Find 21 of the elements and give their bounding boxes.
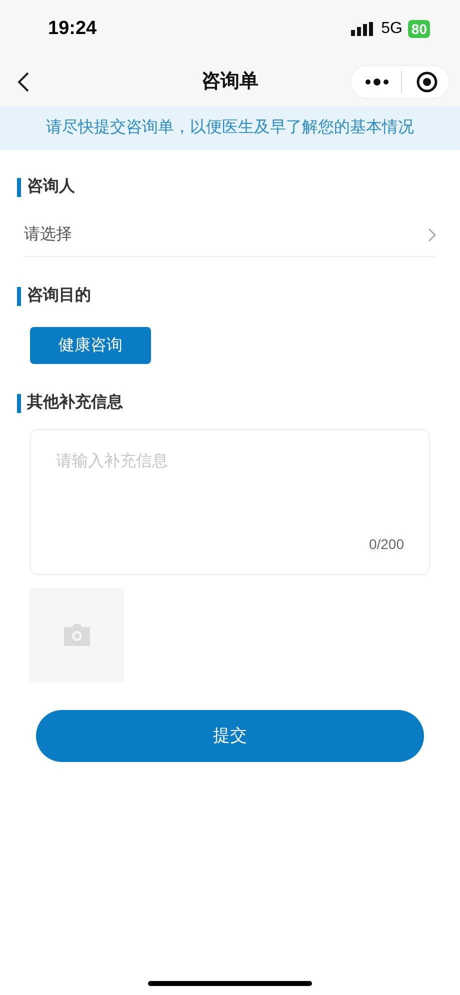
char-counter: 0/200 — [368, 535, 404, 554]
back-icon[interactable] — [16, 71, 30, 93]
signal-icon — [351, 22, 376, 36]
section-heading: 咨询目的 — [27, 286, 91, 306]
network-label: 5G — [381, 19, 402, 39]
status-time: 19:24 — [48, 16, 97, 41]
battery-indicator: 80 — [408, 20, 430, 38]
chevron-right-icon — [428, 228, 436, 242]
more-icon[interactable] — [365, 78, 389, 86]
section-marker — [17, 178, 21, 196]
section-heading: 咨询人 — [27, 176, 75, 197]
section-marker — [17, 394, 21, 412]
page-title: 咨询单 — [202, 70, 258, 94]
notice-banner: 请尽快提交咨询单，以便医生及早了解您的基本情况 — [0, 106, 460, 150]
purpose-option[interactable]: 健康咨询 — [30, 327, 151, 364]
camera-icon — [64, 624, 90, 646]
section-heading: 其他补充信息 — [27, 392, 123, 413]
close-icon[interactable] — [416, 71, 438, 93]
section-marker — [17, 286, 21, 306]
consultant-select[interactable]: 请选择 — [24, 213, 436, 257]
submit-button[interactable]: 提交 — [36, 710, 424, 762]
